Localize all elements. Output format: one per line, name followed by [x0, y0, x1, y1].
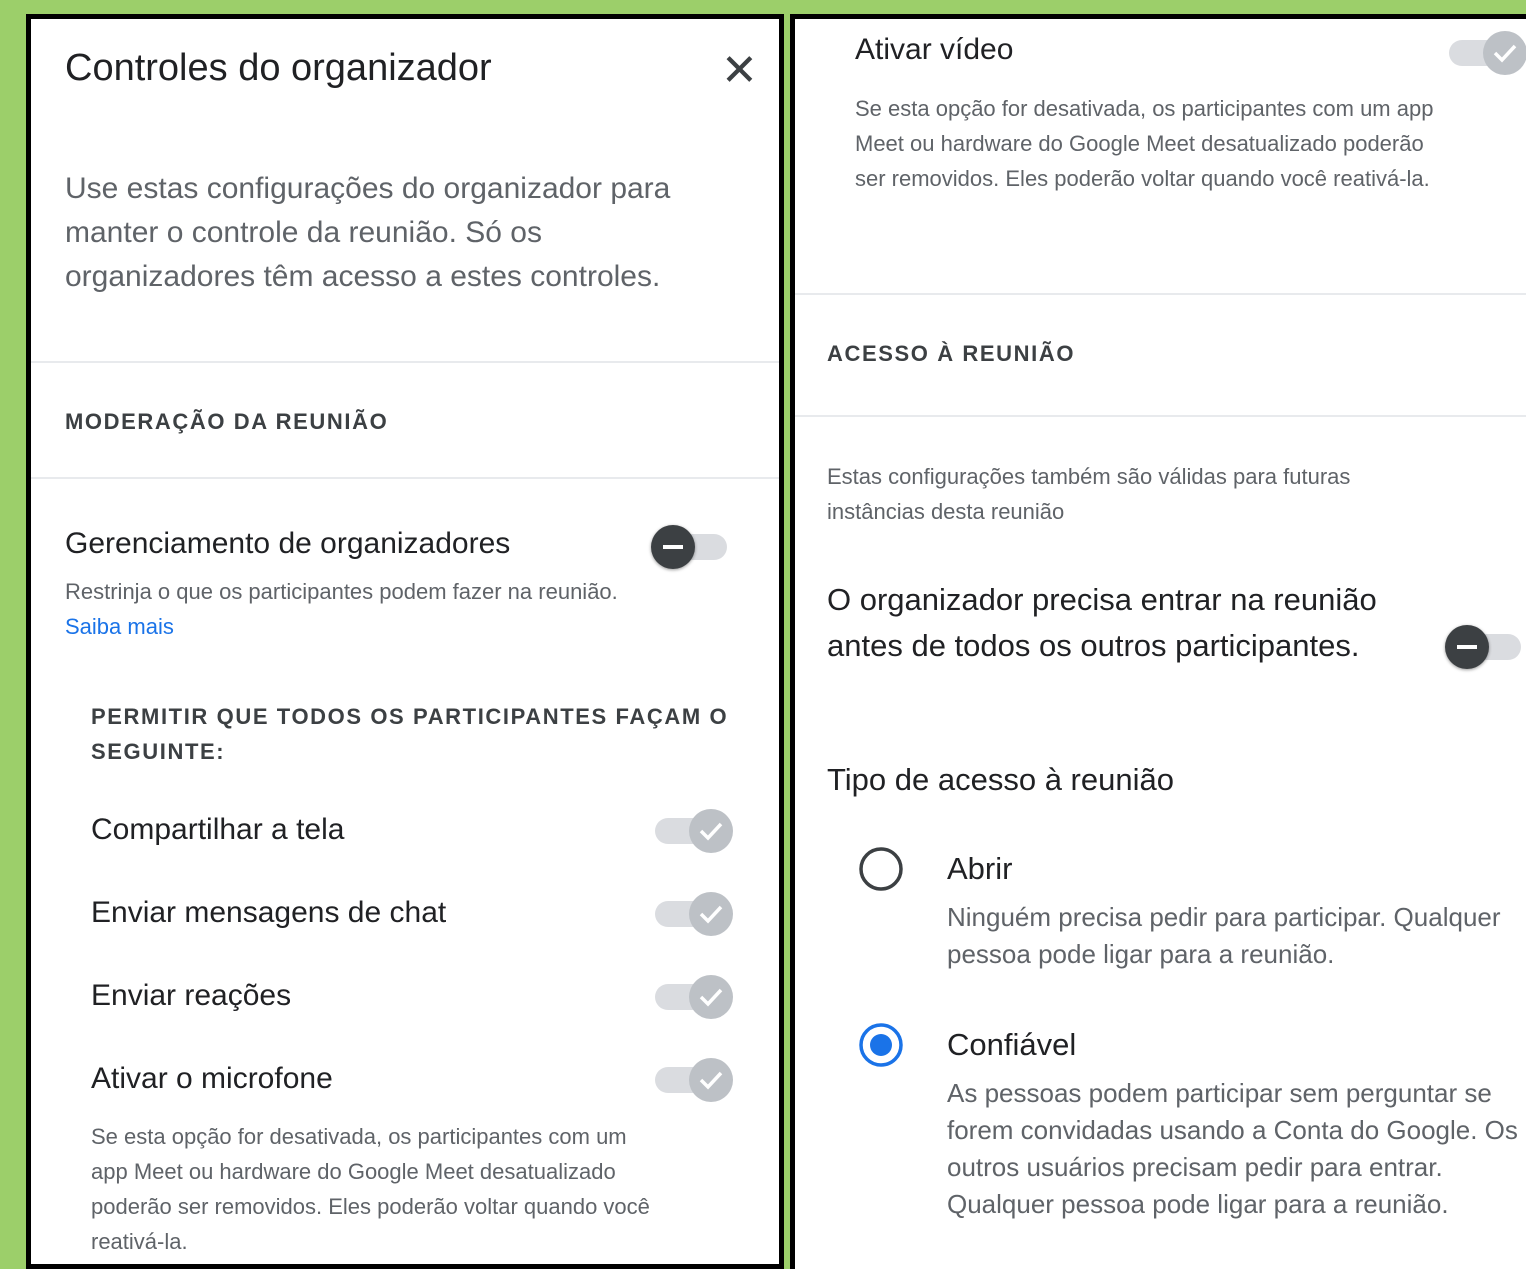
chat-messages-label: Enviar mensagens de chat — [91, 896, 447, 929]
video-desc: Se esta opção for desativada, os partici… — [855, 96, 1434, 191]
check-icon — [689, 892, 733, 936]
section-heading-moderation: MODERAÇÃO DA REUNIÃO — [65, 409, 389, 434]
divider — [31, 361, 779, 363]
allow-participants-heading: PERMITIR QUE TODOS OS PARTICIPANTES FAÇA… — [91, 704, 729, 764]
access-type-heading: Tipo de acesso à reunião — [827, 762, 1174, 797]
divider — [31, 477, 779, 479]
video-label: Ativar vídeo — [855, 33, 1014, 66]
option-trusted-desc: As pessoas podem participar sem pergunta… — [947, 1078, 1518, 1219]
reactions-label: Enviar reações — [91, 979, 292, 1012]
option-open-desc: Ninguém precisa pedir para participar. Q… — [947, 902, 1501, 969]
microphone-label: Ativar o microfone — [91, 1062, 333, 1095]
host-management-desc: Restrinja o que os participantes podem f… — [65, 579, 618, 639]
radio-open[interactable] — [857, 845, 905, 893]
share-screen-toggle[interactable] — [651, 809, 733, 853]
panel-title: Controles do organizador — [65, 47, 492, 89]
radio-trusted[interactable] — [857, 1021, 905, 1069]
check-icon — [689, 975, 733, 1019]
reactions-toggle[interactable] — [651, 975, 733, 1019]
check-icon — [689, 809, 733, 853]
host-management-toggle[interactable] — [651, 525, 733, 569]
section-heading-access: ACESSO À REUNIÃO — [827, 341, 1076, 366]
intro-text: Use estas configurações do organizador p… — [65, 172, 671, 293]
chat-messages-toggle[interactable] — [651, 892, 733, 936]
host-management-label: Gerenciamento de organizadores — [65, 527, 511, 560]
video-toggle[interactable] — [1445, 31, 1526, 75]
microphone-toggle[interactable] — [651, 1058, 733, 1102]
access-note: Estas configurações também são válidas p… — [827, 464, 1351, 524]
host-first-toggle[interactable] — [1445, 625, 1526, 669]
share-screen-label: Compartilhar a tela — [91, 813, 345, 846]
option-trusted-label: Confiável — [947, 1027, 1077, 1062]
check-icon — [689, 1058, 733, 1102]
close-icon[interactable]: ✕ — [721, 49, 758, 93]
host-controls-panel: Controles do organizador ✕ Use estas con… — [26, 14, 784, 1269]
microphone-desc: Se esta opção for desativada, os partici… — [91, 1124, 650, 1254]
divider — [795, 293, 1526, 295]
meeting-access-panel: Ativar vídeo Se esta opção for desativad… — [790, 14, 1526, 1269]
learn-more-link[interactable]: Saiba mais — [65, 614, 174, 639]
divider — [795, 415, 1526, 417]
host-first-label: O organizador precisa entrar na reunião … — [827, 582, 1377, 663]
check-icon — [1483, 31, 1526, 75]
option-open-label: Abrir — [947, 851, 1013, 886]
